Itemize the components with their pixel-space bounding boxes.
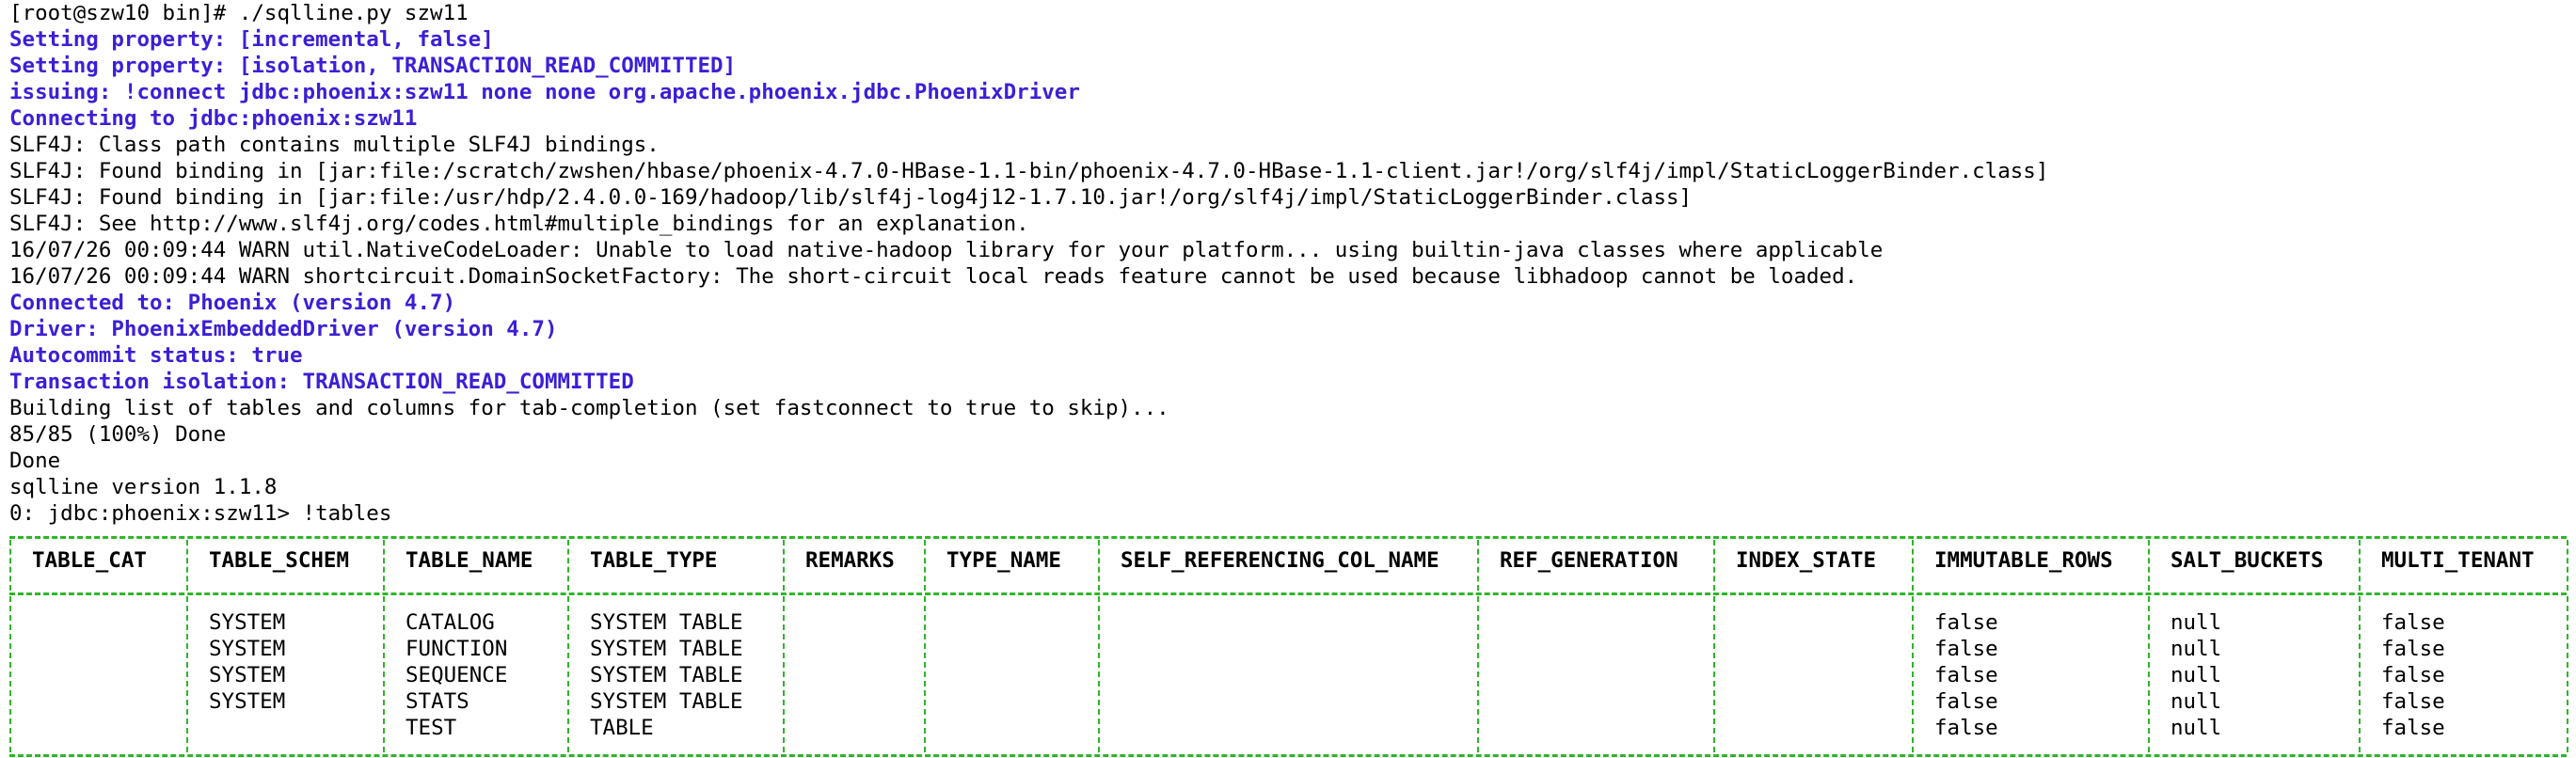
info-output-line: Setting property: [isolation, TRANSACTIO… xyxy=(9,54,737,78)
output-line: sqlline version 1.1.8 xyxy=(9,475,278,499)
table-cell: false xyxy=(2381,663,2445,687)
table-column-divider xyxy=(783,596,785,752)
table-cell: false xyxy=(1934,716,1998,740)
output-line: 16/07/26 00:09:44 WARN shortcircuit.Doma… xyxy=(9,264,1858,289)
table-column-divider xyxy=(1713,540,1715,591)
output-line: Building list of tables and columns for … xyxy=(9,396,1169,420)
table-cell: false xyxy=(1934,689,1998,714)
column-header-immutable-rows: IMMUTABLE_ROWS xyxy=(1934,548,2113,573)
output-line: SLF4J: Found binding in [jar:file:/scrat… xyxy=(9,159,2049,183)
column-header-salt-buckets: SALT_BUCKETS xyxy=(2171,548,2324,573)
table-column-divider xyxy=(383,540,385,591)
table-column-divider xyxy=(1912,596,1914,752)
output-line: [root@szw10 bin]# ./sqlline.py szw11 xyxy=(9,1,469,25)
table-cell: false xyxy=(1934,610,1998,635)
table-column-divider xyxy=(1098,540,1100,591)
table-cell: false xyxy=(2381,610,2445,635)
output-line: 85/85 (100%) Done xyxy=(9,422,227,447)
table-column-divider xyxy=(567,540,569,591)
column-header-index-state: INDEX_STATE xyxy=(1736,548,1877,573)
table-cell: false xyxy=(2381,716,2445,740)
table-column-divider xyxy=(9,596,11,752)
info-output-line: Driver: PhoenixEmbeddedDriver (version 4… xyxy=(9,317,558,341)
output-line: 16/07/26 00:09:44 WARN util.NativeCodeLo… xyxy=(9,238,1884,262)
table-column-divider xyxy=(924,540,926,591)
table-column-divider xyxy=(1098,596,1100,752)
table-cell: SYSTEM xyxy=(209,610,286,635)
column-header-remarks: REMARKS xyxy=(805,548,895,573)
table-column-divider xyxy=(2359,540,2361,591)
column-header-table-schem: TABLE_SCHEM xyxy=(209,548,350,573)
table-cell: SYSTEM xyxy=(209,689,286,714)
table-cell: FUNCTION xyxy=(405,637,508,661)
table-cell: STATS xyxy=(405,689,469,714)
table-border-bottom xyxy=(9,754,2567,757)
table-cell: SYSTEM xyxy=(209,663,286,687)
table-cell: SYSTEM TABLE xyxy=(590,689,743,714)
table-cell: null xyxy=(2171,610,2222,635)
info-output-line: Connected to: Phoenix (version 4.7) xyxy=(9,291,456,315)
column-header-table-name: TABLE_NAME xyxy=(405,548,533,573)
column-header-multi-tenant: MULTI_TENANT xyxy=(2381,548,2535,573)
table-cell: TEST xyxy=(405,716,457,740)
table-column-divider xyxy=(1713,596,1715,752)
table-cell: false xyxy=(2381,637,2445,661)
column-header-self-referencing-col-name: SELF_REFERENCING_COL_NAME xyxy=(1121,548,1439,573)
info-output-line: Connecting to jdbc:phoenix:szw11 xyxy=(9,106,418,131)
table-cell: TABLE xyxy=(590,716,654,740)
output-line: 0: jdbc:phoenix:szw11> !tables xyxy=(9,501,392,526)
output-line: Done xyxy=(9,449,61,473)
table-column-divider xyxy=(2148,596,2150,752)
table-column-divider xyxy=(9,540,11,591)
info-output-line: Autocommit status: true xyxy=(9,343,303,368)
table-column-divider xyxy=(2148,540,2150,591)
table-column-divider xyxy=(924,596,926,752)
output-line: SLF4J: See http://www.slf4j.org/codes.ht… xyxy=(9,212,1029,236)
table-header-separator xyxy=(9,592,2567,595)
table-column-divider xyxy=(383,596,385,752)
column-header-type-name: TYPE_NAME xyxy=(946,548,1061,573)
table-cell: false xyxy=(2381,689,2445,714)
table-column-divider xyxy=(567,596,569,752)
terminal-output[interactable]: [root@szw10 bin]# ./sqlline.py szw11 Sett… xyxy=(9,0,2576,758)
output-line: SLF4J: Class path contains multiple SLF4… xyxy=(9,133,660,157)
info-output-line: issuing: !connect jdbc:phoenix:szw11 non… xyxy=(9,80,1080,104)
table-cell: SYSTEM xyxy=(209,637,286,661)
table-column-divider xyxy=(2359,596,2361,752)
column-header-table-type: TABLE_TYPE xyxy=(590,548,718,573)
table-cell: null xyxy=(2171,716,2222,740)
table-cell: SYSTEM TABLE xyxy=(590,610,743,635)
table-column-divider xyxy=(1477,540,1479,591)
table-cell: false xyxy=(1934,637,1998,661)
column-header-ref-generation: REF_GENERATION xyxy=(1500,548,1678,573)
output-line: SLF4J: Found binding in [jar:file:/usr/h… xyxy=(9,185,1693,210)
table-cell: SEQUENCE xyxy=(405,663,508,687)
table-column-divider xyxy=(1477,596,1479,752)
table-cell: SYSTEM TABLE xyxy=(590,663,743,687)
table-border-top xyxy=(9,536,2567,539)
info-output-line: Setting property: [incremental, false] xyxy=(9,27,494,52)
table-cell: false xyxy=(1934,663,1998,687)
table-column-divider xyxy=(186,540,188,591)
table-column-divider xyxy=(1912,540,1914,591)
table-cell: null xyxy=(2171,689,2222,714)
column-header-table-cat: TABLE_CAT xyxy=(32,548,147,573)
table-cell: null xyxy=(2171,663,2222,687)
table-cell: CATALOG xyxy=(405,610,495,635)
table-column-divider xyxy=(2567,540,2568,591)
table-column-divider xyxy=(186,596,188,752)
table-column-divider xyxy=(783,540,785,591)
table-column-divider xyxy=(2567,596,2568,752)
table-cell: null xyxy=(2171,637,2222,661)
table-cell: SYSTEM TABLE xyxy=(590,637,743,661)
info-output-line: Transaction isolation: TRANSACTION_READ_… xyxy=(9,370,634,394)
